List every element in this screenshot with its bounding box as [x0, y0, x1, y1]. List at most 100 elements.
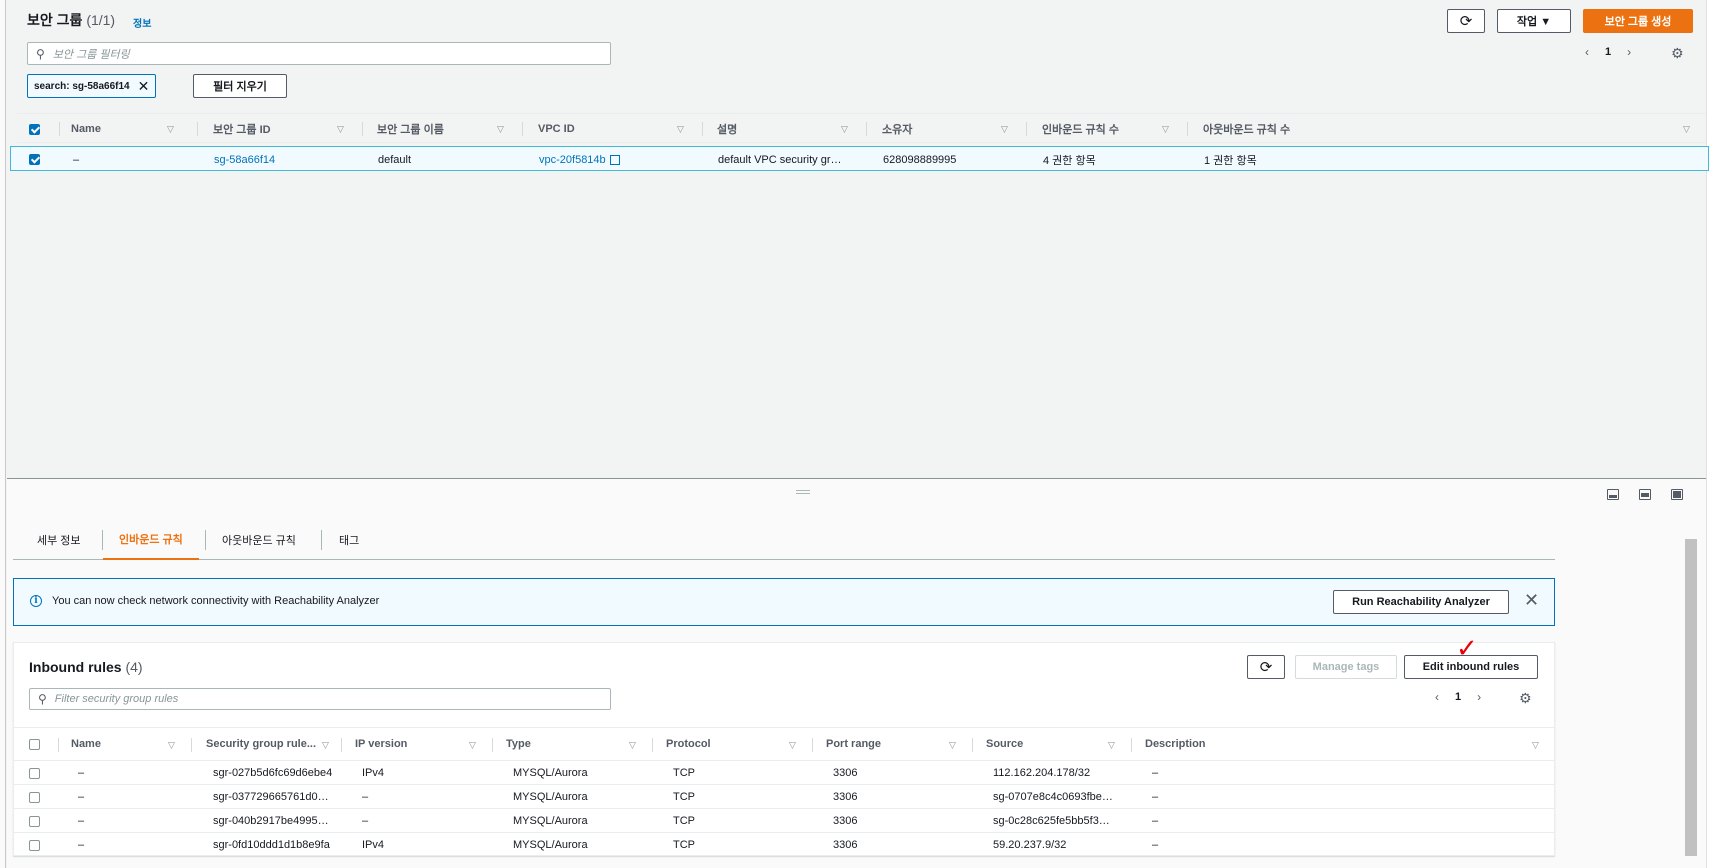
gear-icon[interactable]: ⚙ — [1519, 690, 1532, 707]
info-link[interactable]: 정보 — [133, 15, 151, 30]
ip-version: IPv4 — [362, 767, 385, 779]
rule-name: – — [78, 815, 85, 827]
table-row[interactable]: – sgr-027b5d6fc69d6ebe4 IPv4 MYSQL/Auror… — [14, 761, 1554, 785]
column-header[interactable]: 소유자 — [882, 114, 912, 144]
vpc-id-text: vpc-20f5814b — [539, 153, 606, 166]
row-checkbox[interactable] — [29, 785, 40, 809]
chevron-left-icon[interactable]: ‹ — [1585, 45, 1589, 59]
banner-message: You can now check network connectivity w… — [52, 595, 380, 607]
table-row[interactable]: – sg-58a66f14 default vpc-20f5814b defau… — [10, 146, 1709, 171]
drag-handle-icon[interactable] — [796, 490, 810, 494]
table-row[interactable]: – sgr-037729665761d0… – MYSQL/Aurora TCP… — [14, 785, 1554, 809]
external-link-icon — [609, 154, 620, 165]
column-header[interactable]: Protocol — [666, 728, 711, 760]
rules-page-number[interactable]: 1 — [1455, 691, 1461, 703]
security-group-id-link[interactable]: sg-58a66f14 — [214, 147, 275, 172]
sort-icon[interactable]: ▽ — [677, 124, 684, 135]
sort-icon[interactable]: ▽ — [949, 740, 956, 751]
vpc-id-link[interactable]: vpc-20f5814b — [539, 147, 620, 172]
page-number[interactable]: 1 — [1605, 46, 1611, 58]
row-checkbox[interactable] — [29, 833, 40, 857]
sort-icon[interactable]: ▽ — [322, 740, 329, 751]
table-row[interactable]: – sgr-0fd10ddd1d1b8e9fa IPv4 MYSQL/Auror… — [14, 833, 1554, 857]
sort-icon[interactable]: ▽ — [1532, 740, 1539, 751]
layout-side-icon[interactable] — [1639, 489, 1651, 500]
port-range: 3306 — [833, 839, 858, 851]
column-header[interactable]: VPC ID — [538, 114, 575, 144]
column-header[interactable]: IP version — [355, 728, 407, 760]
info-banner: i You can now check network connectivity… — [13, 578, 1555, 626]
sort-icon[interactable]: ▽ — [1162, 124, 1169, 135]
filter-token[interactable]: search: sg-58a66f14 ✕ — [27, 74, 157, 98]
column-header[interactable]: Description — [1145, 728, 1206, 760]
sort-icon[interactable]: ▽ — [337, 124, 344, 135]
rule-description: – — [1152, 839, 1159, 851]
row-checkbox[interactable] — [29, 761, 40, 785]
sort-icon[interactable]: ▽ — [497, 124, 504, 135]
sort-icon[interactable]: ▽ — [168, 740, 175, 751]
sort-icon[interactable]: ▽ — [167, 124, 174, 135]
run-reachability-analyzer-button[interactable]: Run Reachability Analyzer — [1333, 590, 1509, 614]
sort-icon[interactable]: ▽ — [1683, 124, 1690, 135]
protocol: TCP — [673, 791, 695, 803]
column-header[interactable]: 인바운드 규칙 수 — [1042, 114, 1119, 144]
refresh-button[interactable]: ⟳ — [1447, 9, 1485, 33]
tab-outbound-rules[interactable]: 아웃바운드 규칙 — [222, 520, 296, 560]
column-header[interactable]: Name — [71, 114, 101, 144]
column-header[interactable]: 아웃바운드 규칙 수 — [1203, 114, 1290, 144]
rule-type: MYSQL/Aurora — [513, 791, 588, 803]
close-icon[interactable]: ✕ — [1524, 590, 1539, 611]
column-header[interactable]: Port range — [826, 728, 881, 760]
row-checkbox[interactable] — [29, 147, 40, 172]
inbound-rules-container: Inbound rules (4) ⟳ Manage tags Edit inb… — [13, 642, 1555, 856]
rule-name: – — [78, 839, 85, 851]
table-row[interactable]: – sgr-040b2917be4995… – MYSQL/Aurora TCP… — [14, 809, 1554, 833]
sort-icon[interactable]: ▽ — [1001, 124, 1008, 135]
layout-bottom-icon[interactable] — [1607, 489, 1619, 500]
details-tabs: 세부 정보 인바운드 규칙 아웃바운드 규칙 태그 — [13, 520, 1555, 560]
chevron-right-icon[interactable]: › — [1477, 690, 1481, 704]
source: 112.162.204.178/32 — [993, 767, 1091, 779]
sort-icon[interactable]: ▽ — [841, 124, 848, 135]
gear-icon[interactable]: ⚙ — [1671, 45, 1684, 62]
port-range: 3306 — [833, 815, 858, 827]
tab-inbound-rules[interactable]: 인바운드 규칙 — [103, 520, 199, 560]
sort-icon[interactable]: ▽ — [789, 740, 796, 751]
sort-icon[interactable]: ▽ — [469, 740, 476, 751]
column-header[interactable]: Security group rule... — [206, 728, 316, 760]
select-all-checkbox[interactable] — [29, 114, 40, 144]
tab-details[interactable]: 세부 정보 — [37, 520, 81, 560]
tab-tags[interactable]: 태그 — [339, 520, 359, 560]
rules-filter-input[interactable]: ⚲ Filter security group rules — [29, 688, 611, 710]
refresh-rules-button[interactable]: ⟳ — [1247, 655, 1285, 679]
scrollbar[interactable] — [1685, 539, 1697, 856]
clear-filters-button[interactable]: 필터 지우기 — [193, 74, 287, 98]
layout-full-icon[interactable] — [1671, 489, 1683, 500]
chevron-left-icon[interactable]: ‹ — [1435, 690, 1439, 704]
protocol: TCP — [673, 839, 695, 851]
rule-description: – — [1152, 791, 1159, 803]
create-security-group-button[interactable]: 보안 그룹 생성 — [1583, 9, 1693, 33]
actions-dropdown[interactable]: 작업 ▼ — [1497, 9, 1571, 33]
security-group-filter-input[interactable]: ⚲ 보안 그룹 필터링 — [27, 42, 611, 65]
column-header[interactable]: Type — [506, 728, 531, 760]
chevron-right-icon[interactable]: › — [1627, 45, 1631, 59]
row-checkbox[interactable] — [29, 809, 40, 833]
column-header[interactable]: 보안 그룹 ID — [213, 114, 271, 144]
info-icon: i — [30, 595, 42, 607]
port-range: 3306 — [833, 791, 858, 803]
rules-filter-placeholder: Filter security group rules — [54, 693, 179, 705]
page-title-count: (1/1) — [86, 12, 116, 28]
select-all-rules-checkbox[interactable] — [29, 728, 40, 760]
sort-icon[interactable]: ▽ — [1108, 740, 1115, 751]
manage-tags-button[interactable]: Manage tags — [1295, 655, 1397, 679]
security-groups-table-header: Name ▽ 보안 그룹 ID ▽ 보안 그룹 이름 ▽ VPC ID ▽ 설명… — [17, 113, 1706, 143]
inbound-rules-count: (4) — [125, 659, 143, 675]
column-header[interactable]: Source — [986, 728, 1023, 760]
column-header[interactable]: Name — [71, 728, 101, 760]
ip-version: IPv4 — [362, 839, 385, 851]
sort-icon[interactable]: ▽ — [629, 740, 636, 751]
column-header[interactable]: 설명 — [717, 114, 737, 144]
column-header[interactable]: 보안 그룹 이름 — [377, 114, 444, 144]
close-icon[interactable]: ✕ — [138, 78, 150, 95]
